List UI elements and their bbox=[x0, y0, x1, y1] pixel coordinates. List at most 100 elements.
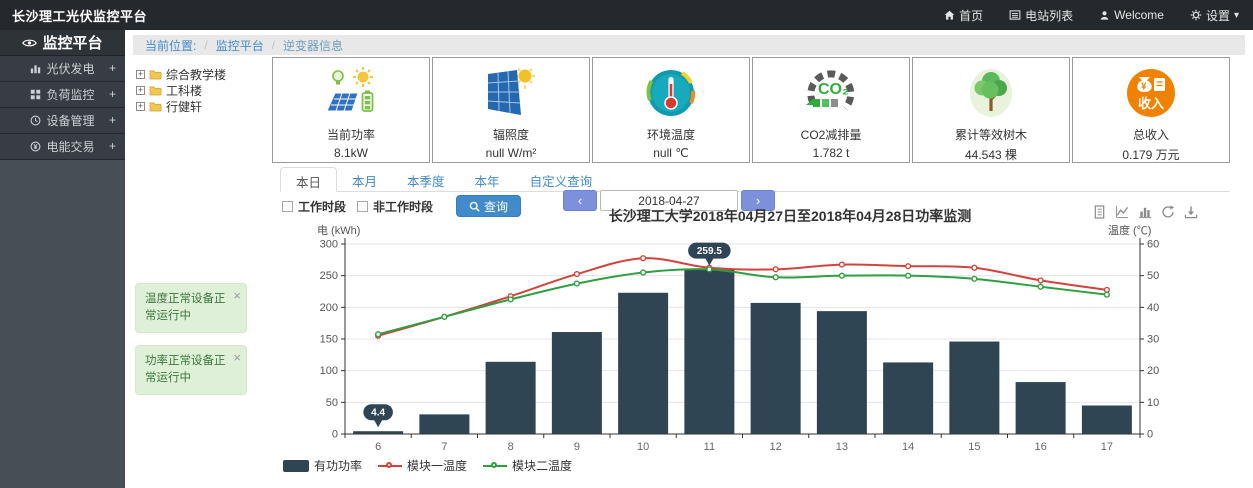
card-co2-reduction: CO₂ CO2减排量 1.782 t bbox=[752, 57, 910, 163]
tree-item-building[interactable]: + 工科楼 bbox=[136, 82, 266, 98]
data-view-icon[interactable] bbox=[1093, 205, 1106, 219]
tree-item-label: 行健轩 bbox=[166, 98, 202, 115]
svg-text:50: 50 bbox=[1147, 270, 1159, 282]
sidebar-item-device-management[interactable]: 设备管理 + bbox=[0, 108, 125, 134]
chart-legend: 有功功率 模块一温度 模块二温度 bbox=[283, 457, 572, 474]
legend-line-swatch bbox=[378, 462, 402, 470]
period-tabs: 本日 本月 本季度 本年 自定义查询 bbox=[280, 167, 1230, 192]
svg-text:60: 60 bbox=[1147, 239, 1159, 251]
nav-station-list-label: 电站列表 bbox=[1025, 7, 1073, 24]
checkbox-working-hours[interactable] bbox=[282, 201, 293, 212]
restore-icon[interactable] bbox=[1161, 205, 1175, 219]
card-label: 累计等效树木 bbox=[913, 126, 1069, 143]
tree-expander-icon[interactable]: + bbox=[136, 70, 145, 79]
toast-text: 功率正常设备正常运行中 bbox=[145, 355, 226, 384]
svg-text:17: 17 bbox=[1101, 441, 1113, 453]
card-value: 1.782 t bbox=[753, 146, 909, 160]
breadcrumb-link-platform[interactable]: 监控平台 bbox=[216, 37, 264, 54]
sidebar-header-label: 监控平台 bbox=[42, 32, 102, 53]
power-chart: 0501001502002503000102030405060678910111… bbox=[300, 224, 1180, 462]
card-value: null ℃ bbox=[593, 146, 749, 160]
nav-user[interactable]: Welcome bbox=[1099, 8, 1164, 22]
checkbox-label: 工作时段 bbox=[298, 198, 346, 215]
income-icon: ¥ 收入 bbox=[1125, 67, 1177, 119]
card-total-income: ¥ 收入 总收入 0.179 万元 bbox=[1072, 57, 1230, 163]
chart-title: 长沙理工大学2018年04月27日至2018年04月28日功率监测 bbox=[440, 206, 1140, 226]
svg-text:12: 12 bbox=[770, 441, 782, 453]
sidebar-item-label: 设备管理 bbox=[46, 112, 94, 129]
nav-station-list[interactable]: 电站列表 bbox=[1009, 7, 1073, 24]
sidebar-item-pv-generation[interactable]: 光伏发电 + bbox=[0, 56, 125, 82]
home-icon bbox=[944, 10, 955, 21]
svg-text:20: 20 bbox=[1147, 365, 1159, 377]
bar-chart-icon bbox=[30, 63, 41, 74]
legend-line-swatch bbox=[483, 462, 507, 470]
svg-text:50: 50 bbox=[326, 397, 338, 409]
card-value: 44.543 棵 bbox=[913, 146, 1069, 163]
nav-home-label: 首页 bbox=[959, 7, 983, 24]
card-label: 环境温度 bbox=[593, 126, 749, 143]
expand-plus-icon: + bbox=[109, 87, 116, 101]
tree-item-building[interactable]: + 行健轩 bbox=[136, 98, 266, 114]
svg-text:250: 250 bbox=[320, 270, 338, 282]
photovoltaic-monitoring-page: 长沙理工光伏监控平台 首页 电站列表 Welcome 设置 ▾ bbox=[0, 0, 1253, 488]
svg-text:200: 200 bbox=[320, 302, 338, 314]
building-tree: + 综合教学楼 + 工科楼 + 行健轩 bbox=[136, 66, 266, 114]
svg-text:6: 6 bbox=[375, 441, 381, 453]
svg-text:¥: ¥ bbox=[1141, 82, 1147, 93]
bar-chart-icon[interactable] bbox=[1138, 205, 1152, 219]
svg-text:收入: 收入 bbox=[1138, 96, 1164, 111]
tree-icon bbox=[965, 67, 1017, 119]
tree-item-building[interactable]: + 综合教学楼 bbox=[136, 66, 266, 82]
svg-text:300: 300 bbox=[320, 239, 338, 251]
sidebar-item-energy-trade[interactable]: 电能交易 + bbox=[0, 134, 125, 160]
checkbox-non-working-hours[interactable] bbox=[357, 201, 368, 212]
legend-label: 模块二温度 bbox=[512, 457, 572, 474]
power-chart-canvas: 0501001502002503000102030405060678910111… bbox=[300, 224, 1180, 459]
svg-text:温度 (℃): 温度 (℃) bbox=[1108, 224, 1151, 237]
tab-quarter[interactable]: 本季度 bbox=[392, 167, 460, 191]
tab-year[interactable]: 本年 bbox=[460, 167, 515, 191]
card-label: 总收入 bbox=[1073, 126, 1229, 143]
tab-today[interactable]: 本日 bbox=[280, 167, 337, 192]
card-label: 当前功率 bbox=[273, 126, 429, 143]
checkbox-label: 非工作时段 bbox=[373, 198, 433, 215]
line-chart-icon[interactable] bbox=[1115, 205, 1129, 219]
grid-icon bbox=[30, 89, 41, 100]
folder-icon bbox=[149, 101, 162, 112]
nav-user-label: Welcome bbox=[1114, 8, 1164, 22]
top-navbar-menu: 首页 电站列表 Welcome 设置 ▾ bbox=[944, 7, 1239, 24]
nav-home[interactable]: 首页 bbox=[944, 7, 983, 24]
svg-text:CO₂: CO₂ bbox=[818, 81, 849, 98]
svg-text:40: 40 bbox=[1147, 302, 1159, 314]
svg-text:10: 10 bbox=[1147, 397, 1159, 409]
solar-power-icon bbox=[325, 67, 377, 119]
legend-item-module1-temp[interactable]: 模块一温度 bbox=[378, 457, 467, 474]
tab-month[interactable]: 本月 bbox=[337, 167, 392, 191]
legend-label: 有功功率 bbox=[314, 457, 362, 474]
expand-plus-icon: + bbox=[109, 139, 116, 153]
breadcrumb-separator: / bbox=[272, 38, 275, 52]
svg-text:0: 0 bbox=[332, 429, 338, 441]
card-value: 8.1kW bbox=[273, 146, 429, 160]
close-icon[interactable]: × bbox=[233, 287, 241, 304]
download-icon[interactable] bbox=[1184, 205, 1198, 219]
svg-text:13: 13 bbox=[836, 441, 848, 453]
sidebar-item-load-monitor[interactable]: 负荷监控 + bbox=[0, 82, 125, 108]
close-icon[interactable]: × bbox=[233, 349, 241, 366]
top-navbar: 长沙理工光伏监控平台 首页 电站列表 Welcome 设置 ▾ bbox=[0, 0, 1253, 30]
tab-custom-query[interactable]: 自定义查询 bbox=[515, 167, 608, 191]
stat-cards: 当前功率 8.1kW 辐照度 null W/m² bbox=[272, 57, 1230, 163]
legend-item-active-power[interactable]: 有功功率 bbox=[283, 457, 362, 474]
breadcrumb-current: 逆变器信息 bbox=[283, 37, 343, 54]
temperature-icon bbox=[645, 67, 697, 119]
card-irradiance: 辐照度 null W/m² bbox=[432, 57, 590, 163]
expand-plus-icon: + bbox=[109, 113, 116, 127]
toast-temperature-normal: 温度正常设备正常运行中 × bbox=[135, 283, 247, 333]
list-icon bbox=[1009, 9, 1021, 21]
toast-power-normal: 功率正常设备正常运行中 × bbox=[135, 345, 247, 395]
tree-expander-icon[interactable]: + bbox=[136, 86, 145, 95]
nav-settings[interactable]: 设置 ▾ bbox=[1190, 7, 1239, 24]
legend-item-module2-temp[interactable]: 模块二温度 bbox=[483, 457, 572, 474]
tree-expander-icon[interactable]: + bbox=[136, 102, 145, 111]
